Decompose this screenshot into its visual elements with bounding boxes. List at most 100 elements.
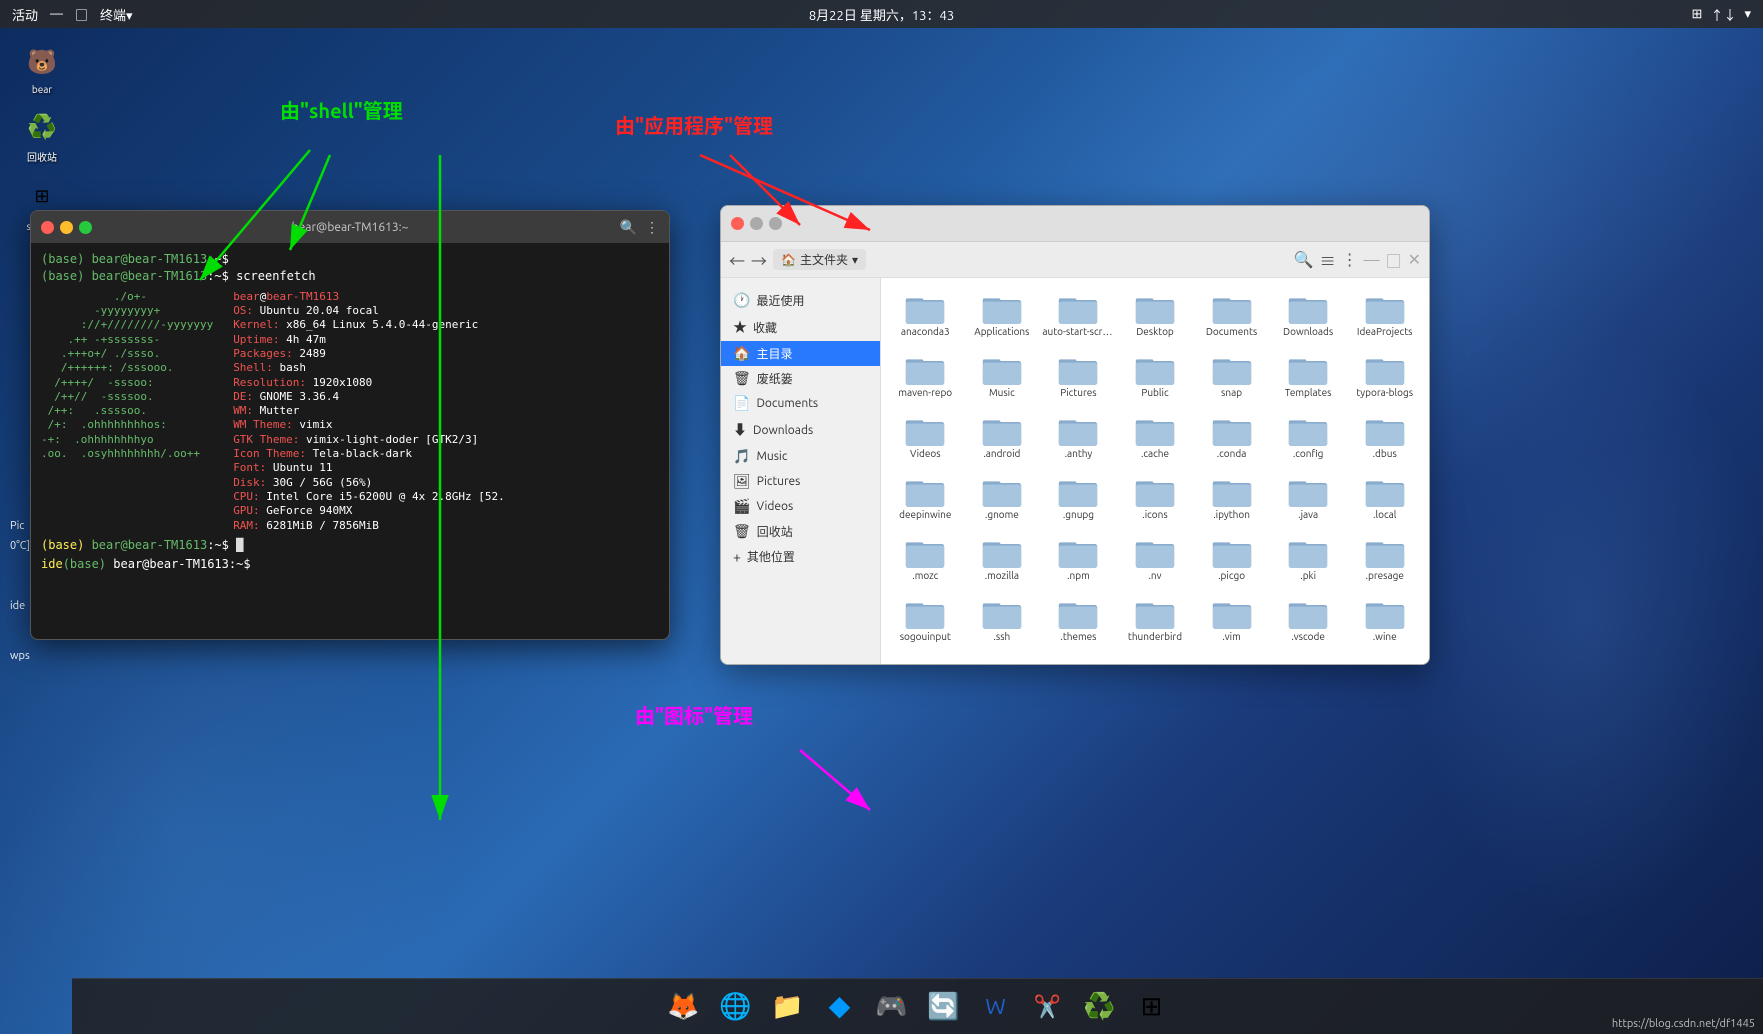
file-item[interactable]: deepinwine <box>889 469 962 526</box>
file-name: .ssh <box>993 631 1010 642</box>
file-item[interactable]: .themes <box>1042 591 1115 648</box>
taskbar-recycle2[interactable]: ♻️ <box>1078 985 1122 1029</box>
file-item[interactable]: .presage <box>1348 530 1421 587</box>
taskbar-firefox[interactable]: 🦊 <box>662 985 706 1029</box>
file-item[interactable]: .pki <box>1272 530 1345 587</box>
file-item[interactable]: IdeaProjects <box>1348 286 1421 343</box>
file-item[interactable]: .icons <box>1119 469 1192 526</box>
file-item[interactable]: sogouinput <box>889 591 962 648</box>
terminal-menu[interactable]: 终端▾ <box>100 5 133 24</box>
bottom-right-url: https://blog.csdn.net/df1445 <box>1612 1018 1755 1030</box>
terminal-menu-icon[interactable]: ⋮ <box>645 219 659 236</box>
file-item[interactable]: Documents <box>1195 286 1268 343</box>
file-item[interactable]: Pictures <box>1042 347 1115 404</box>
terminal-body[interactable]: (base) bear@bear-TM1613:~$ (base) bear@b… <box>31 243 669 639</box>
fm-sidebar-music[interactable]: 🎵 Music <box>721 444 880 469</box>
fm-close-btn[interactable] <box>731 217 744 230</box>
topbar-icon3[interactable]: ▾ <box>1744 7 1751 22</box>
fm-sidebar-videos[interactable]: 🎬 Videos <box>721 494 880 519</box>
fm-sidebar-pictures[interactable]: 🖼 Pictures <box>721 469 880 494</box>
fm-forward-btn[interactable]: → <box>751 248 767 272</box>
topbar: 活动 — □ 终端▾ 8月22日 星期六，13：43 ⊞ ↑↓ ▾ <box>0 0 1763 28</box>
file-item[interactable]: .config <box>1272 408 1345 465</box>
file-name: sogouinput <box>900 631 951 642</box>
file-item[interactable]: .mozilla <box>966 530 1039 587</box>
taskbar-chrome[interactable]: 🌐 <box>714 985 758 1029</box>
taskbar-wps[interactable]: W <box>974 985 1018 1029</box>
file-item[interactable]: .cache <box>1119 408 1192 465</box>
fm-home-breadcrumb[interactable]: 🏠 主文件夹 ▾ <box>773 249 866 270</box>
topbar-icon2[interactable]: ↑↓ <box>1710 5 1736 24</box>
file-item[interactable]: .picgo <box>1195 530 1268 587</box>
file-item[interactable]: typora-blogs <box>1348 347 1421 404</box>
file-item[interactable]: Applications <box>966 286 1039 343</box>
file-item[interactable]: .conda <box>1195 408 1268 465</box>
fm-close-icon[interactable]: ✕ <box>1408 250 1421 269</box>
fm-sidebar-recent[interactable]: 🕐 最近使用 <box>721 288 880 313</box>
fm-sidebar-trash[interactable]: 🗑 废纸篓 <box>721 366 880 391</box>
fm-sidebar-label: 回收站 <box>757 523 793 540</box>
taskbar-vscode[interactable]: ◆ <box>818 985 862 1029</box>
file-item[interactable]: .gnupg <box>1042 469 1115 526</box>
activities-label[interactable]: 活动 <box>12 5 38 24</box>
fm-sidebar-other[interactable]: + 其他位置 <box>721 544 880 569</box>
desktop-icon-bear[interactable]: 🐻 bear <box>10 38 74 99</box>
fm-view-icon[interactable]: ≡ <box>1320 248 1336 272</box>
file-name: .npm <box>1067 570 1090 581</box>
file-item[interactable]: Music <box>966 347 1039 404</box>
file-item[interactable]: .vim <box>1195 591 1268 648</box>
file-item[interactable]: snap <box>1195 347 1268 404</box>
file-item[interactable]: Desktop <box>1119 286 1192 343</box>
fm-minimize-icon[interactable]: — <box>1364 251 1380 269</box>
fm-sidebar-documents[interactable]: 📄 Documents <box>721 391 880 416</box>
fm-menu-icon[interactable]: ⋮ <box>1342 250 1358 269</box>
file-item[interactable]: .ssh <box>966 591 1039 648</box>
file-item[interactable]: .dbus <box>1348 408 1421 465</box>
file-item[interactable]: .npm <box>1042 530 1115 587</box>
file-item[interactable]: .nv <box>1119 530 1192 587</box>
taskbar-files[interactable]: 📁 <box>766 985 810 1029</box>
taskbar-grid[interactable]: ⊞ <box>1130 985 1174 1029</box>
file-item[interactable]: Videos <box>889 408 962 465</box>
fm-sidebar-home[interactable]: 🏠 主目录 <box>721 341 880 366</box>
fm-restore-icon[interactable]: □ <box>1386 248 1402 272</box>
file-item[interactable]: .mozc <box>889 530 962 587</box>
desktop-icon-recycle[interactable]: ♻️ 回收站 <box>10 103 74 168</box>
taskbar-game[interactable]: 🎮 <box>870 985 914 1029</box>
file-item[interactable]: .local <box>1348 469 1421 526</box>
taskbar-edit[interactable]: ✂️ <box>1026 985 1070 1029</box>
terminal-search-icon[interactable]: 🔍 <box>620 219 637 236</box>
fm-search-icon[interactable]: 🔍 <box>1294 250 1314 269</box>
videos-icon: 🎬 <box>733 498 750 515</box>
file-item[interactable]: .ipython <box>1195 469 1268 526</box>
file-item[interactable]: .gnome <box>966 469 1039 526</box>
term-line-2: (base) bear@bear-TM1613:~$ screenfetch <box>41 268 659 285</box>
taskbar-refresh[interactable]: 🔄 <box>922 985 966 1029</box>
terminal-maximize-btn[interactable] <box>79 221 92 234</box>
fm-sidebar-starred[interactable]: ★ 收藏 <box>721 313 880 341</box>
star-icon: ★ <box>733 317 747 337</box>
topbar-icon1[interactable]: ⊞ <box>1692 7 1703 22</box>
file-item[interactable]: anaconda3 <box>889 286 962 343</box>
fm-back-btn[interactable]: ← <box>729 248 745 272</box>
file-item[interactable]: maven-repo <box>889 347 962 404</box>
file-item[interactable]: auto-start-scripts <box>1042 286 1115 343</box>
file-item[interactable]: .java <box>1272 469 1345 526</box>
fm-minimize-btn[interactable] <box>750 217 763 230</box>
terminal-close-btn[interactable] <box>41 221 54 234</box>
file-item[interactable]: thunderbird <box>1119 591 1192 648</box>
file-item[interactable]: .anthy <box>1042 408 1115 465</box>
file-item[interactable]: Public <box>1119 347 1192 404</box>
file-item[interactable]: Downloads <box>1272 286 1345 343</box>
fm-sidebar-downloads[interactable]: ⬇ Downloads <box>721 416 880 444</box>
file-item[interactable]: .wine <box>1348 591 1421 648</box>
fm-titlebar <box>721 206 1429 242</box>
fm-maximize-btn[interactable] <box>769 217 782 230</box>
file-item[interactable]: Templates <box>1272 347 1345 404</box>
file-item[interactable]: .vscode <box>1272 591 1345 648</box>
file-item[interactable]: .android <box>966 408 1039 465</box>
terminal-minimize-btn[interactable] <box>60 221 73 234</box>
screenfetch-output: ./o+- -yyyyyyyy+ ://+////////-yyyyyyy .+… <box>41 290 659 533</box>
fm-sidebar-recycle[interactable]: 🗑 回收站 <box>721 519 880 544</box>
folder-icon <box>1212 536 1252 568</box>
